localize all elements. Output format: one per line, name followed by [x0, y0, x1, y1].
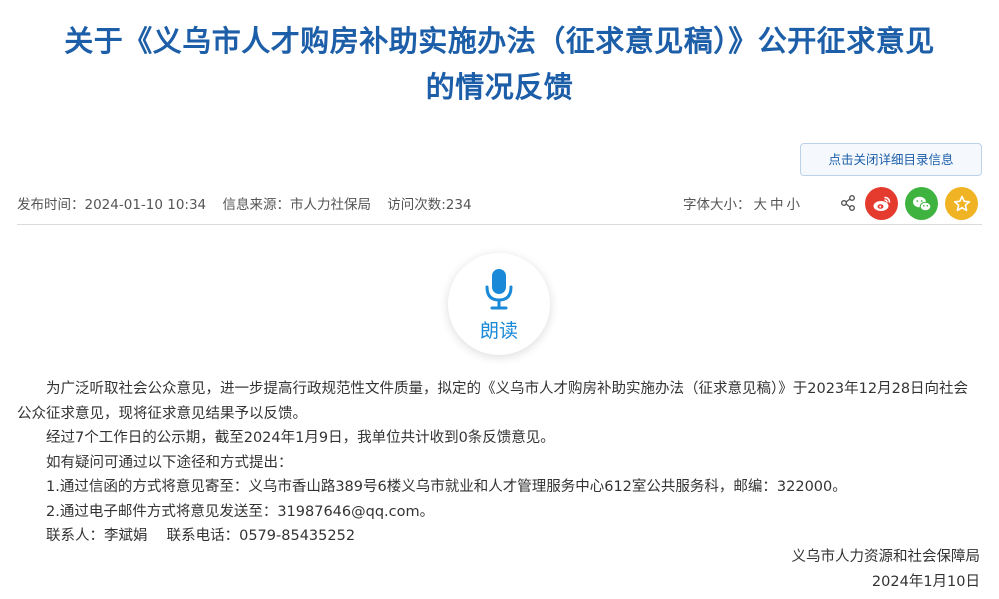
read-aloud-label: 朗读: [479, 320, 518, 342]
body-paragraph: 经过7个工作日的公示期，截至2024年1月9日，我单位共计收到0条反馈意见。: [46, 430, 555, 446]
share-icon[interactable]: [839, 194, 857, 212]
body-paragraph: 为广泛听取社会公众意见，进一步提高行政规范性文件质量，拟定的《义乌市人才购房补助…: [17, 381, 969, 422]
body-paragraph: 如有疑问可通过以下途径和方式提出：: [46, 454, 293, 471]
microphone-icon: [485, 269, 513, 310]
wechat-share-button[interactable]: [905, 187, 938, 220]
font-size-small[interactable]: 小: [787, 197, 801, 213]
font-size-label: 字体大小：: [683, 197, 751, 213]
signature-organization: 义乌市人力资源和社会保障局: [791, 549, 981, 565]
article-title-line1: 关于《义乌市人才购房补助实施办法（征求意见稿）》公开征求意见: [64, 24, 935, 58]
article-meta-bar: 发布时间：2024-01-10 10:34 信息来源：市人力社保局 访问次数:2…: [17, 185, 982, 225]
signature-date: 2024年1月10日: [871, 574, 980, 590]
article-title: 关于《义乌市人才购房补助实施办法（征求意见稿）》公开征求意见 的情况反馈: [10, 18, 989, 110]
article-title-line2: 的情况反馈: [425, 70, 574, 104]
read-aloud-button[interactable]: 朗读: [448, 253, 550, 355]
article-body: 为广泛听取社会公众意见，进一步提高行政规范性文件质量，拟定的《义乌市人才购房补助…: [17, 377, 980, 549]
visit-count: 访问次数:234: [387, 197, 472, 213]
article-signature: 义乌市人力资源和社会保障局 2024年1月10日: [792, 545, 981, 595]
catalog-toggle-button[interactable]: 点击关闭详细目录信息: [800, 143, 982, 176]
wechat-icon: [912, 196, 931, 211]
font-size-medium[interactable]: 中: [770, 197, 784, 213]
font-size-control: 字体大小：大中小: [683, 193, 800, 213]
star-icon: [953, 195, 970, 211]
body-paragraph: 1.通过信函的方式将意见寄至：义乌市香山路389号6楼义乌市就业和人才管理服务中…: [46, 479, 847, 495]
font-size-large[interactable]: 大: [754, 197, 768, 213]
publish-time: 发布时间：2024-01-10 10:34: [17, 197, 207, 213]
favorite-button[interactable]: [945, 187, 978, 220]
info-source: 信息来源：市人力社保局: [222, 197, 371, 213]
weibo-share-button[interactable]: [865, 187, 898, 220]
body-paragraph: 2.通过电子邮件方式将意见发送至：31987646@qq.com。: [46, 503, 435, 520]
weibo-icon: [873, 196, 890, 211]
article-meta-info: 发布时间：2024-01-10 10:34 信息来源：市人力社保局 访问次数:2…: [17, 193, 484, 213]
